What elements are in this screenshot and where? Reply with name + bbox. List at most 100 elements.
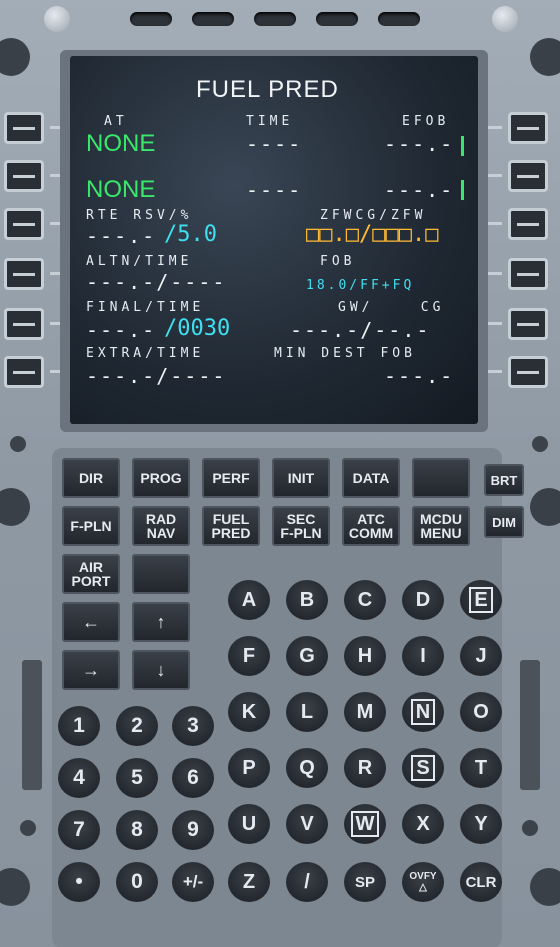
slew-up-key[interactable]: ↑ xyxy=(132,602,190,642)
key-m[interactable]: M xyxy=(344,692,386,732)
key-p[interactable]: P xyxy=(228,748,270,788)
key-9[interactable]: 9 xyxy=(172,810,214,850)
key-decimal[interactable]: • xyxy=(58,862,100,902)
key-a[interactable]: A xyxy=(228,580,270,620)
screw xyxy=(10,436,26,452)
lsk-marker xyxy=(486,322,502,325)
label-4l: ALTN/TIME xyxy=(86,254,193,269)
lsk-3r[interactable] xyxy=(508,208,548,240)
key-plus-minus[interactable]: +/- xyxy=(172,862,214,902)
data-5r: ---.-/--.- xyxy=(290,318,431,342)
lsk-6r[interactable] xyxy=(508,356,548,388)
lsk-5l[interactable] xyxy=(4,308,44,340)
key-7[interactable]: 7 xyxy=(58,810,100,850)
key-2[interactable]: 2 xyxy=(116,706,158,746)
atc-comm-key[interactable]: ATC COMM xyxy=(342,506,400,546)
mount-knob xyxy=(530,868,560,906)
prog-key[interactable]: PROG xyxy=(132,458,190,498)
key-i[interactable]: I xyxy=(402,636,444,676)
dim-key[interactable]: DIM xyxy=(484,506,524,538)
lsk-marker xyxy=(486,222,502,225)
mount-knob xyxy=(0,488,30,526)
key-b[interactable]: B xyxy=(286,580,328,620)
key-o[interactable]: O xyxy=(460,692,502,732)
key-w[interactable]: W xyxy=(344,804,386,844)
lsk-1l[interactable] xyxy=(4,112,44,144)
top-slot xyxy=(254,12,296,26)
sec-f-pln-key[interactable]: SEC F-PLN xyxy=(272,506,330,546)
mount-knob xyxy=(0,38,30,76)
key-e-label: E xyxy=(469,587,493,613)
top-slot xyxy=(130,12,172,26)
key-sp[interactable]: SP xyxy=(344,862,386,902)
key-clr[interactable]: CLR xyxy=(460,862,502,902)
key-5[interactable]: 5 xyxy=(116,758,158,798)
key-6[interactable]: 6 xyxy=(172,758,214,798)
label-3r: ZFWCG/ZFW xyxy=(320,208,427,223)
init-key[interactable]: INIT xyxy=(272,458,330,498)
perf-key[interactable]: PERF xyxy=(202,458,260,498)
lsk-4r[interactable] xyxy=(508,258,548,290)
label-5r: GW/ CG xyxy=(338,300,445,315)
lsk-1r[interactable] xyxy=(508,112,548,144)
lsk-5r[interactable] xyxy=(508,308,548,340)
data-key[interactable]: DATA xyxy=(342,458,400,498)
key-r[interactable]: R xyxy=(344,748,386,788)
mount-knob xyxy=(530,488,560,526)
data-5l-b: /0030 xyxy=(164,316,231,341)
key-y[interactable]: Y xyxy=(460,804,502,844)
slew-left-key[interactable]: ← xyxy=(62,602,120,642)
key-f[interactable]: F xyxy=(228,636,270,676)
key-g[interactable]: G xyxy=(286,636,328,676)
dir-key[interactable]: DIR xyxy=(62,458,120,498)
screw xyxy=(532,436,548,452)
key-x[interactable]: X xyxy=(402,804,444,844)
cursor-bar xyxy=(461,180,464,200)
fuel-pred-key[interactable]: FUEL PRED xyxy=(202,506,260,546)
key-8[interactable]: 8 xyxy=(116,810,158,850)
blank-key[interactable] xyxy=(412,458,470,498)
key-t[interactable]: T xyxy=(460,748,502,788)
label-1r: EFOB xyxy=(402,114,450,129)
key-d[interactable]: D xyxy=(402,580,444,620)
key-s-label: S xyxy=(411,755,435,781)
key-j[interactable]: J xyxy=(460,636,502,676)
key-4[interactable]: 4 xyxy=(58,758,100,798)
airport-key[interactable]: AIR PORT xyxy=(62,554,120,594)
brt-key[interactable]: BRT xyxy=(484,464,524,496)
key-c[interactable]: C xyxy=(344,580,386,620)
key-s[interactable]: S xyxy=(402,748,444,788)
f-pln-key[interactable]: F-PLN xyxy=(62,506,120,546)
key-k[interactable]: K xyxy=(228,692,270,732)
key-l[interactable]: L xyxy=(286,692,328,732)
lsk-marker xyxy=(486,126,502,129)
mount-knob xyxy=(530,38,560,76)
key-u[interactable]: U xyxy=(228,804,270,844)
key-3[interactable]: 3 xyxy=(172,706,214,746)
key-z[interactable]: Z xyxy=(228,862,270,902)
key-v[interactable]: V xyxy=(286,804,328,844)
slew-down-key[interactable]: ↓ xyxy=(132,650,190,690)
lsk-4l[interactable] xyxy=(4,258,44,290)
key-n[interactable]: N xyxy=(402,692,444,732)
rad-nav-key[interactable]: RAD NAV xyxy=(132,506,190,546)
key-e[interactable]: E xyxy=(460,580,502,620)
mcdu-menu-key[interactable]: MCDU MENU xyxy=(412,506,470,546)
key-ovfy[interactable]: OVFY △ xyxy=(402,862,444,902)
lsk-marker xyxy=(486,370,502,373)
key-slash[interactable]: / xyxy=(286,862,328,902)
page-title: FUEL PRED xyxy=(196,76,339,103)
key-h[interactable]: H xyxy=(344,636,386,676)
lsk-2r[interactable] xyxy=(508,160,548,192)
lsk-6l[interactable] xyxy=(4,356,44,388)
key-0[interactable]: 0 xyxy=(116,862,158,902)
lsk-3l[interactable] xyxy=(4,208,44,240)
slew-right-key[interactable]: → xyxy=(62,650,120,690)
lsk-2l[interactable] xyxy=(4,160,44,192)
blank-key-2[interactable] xyxy=(132,554,190,594)
key-q[interactable]: Q xyxy=(286,748,328,788)
label-3l: RTE RSV/% xyxy=(86,208,193,223)
key-1[interactable]: 1 xyxy=(58,706,100,746)
cursor-bar xyxy=(461,136,464,156)
label-5l: FINAL/TIME xyxy=(86,300,205,315)
